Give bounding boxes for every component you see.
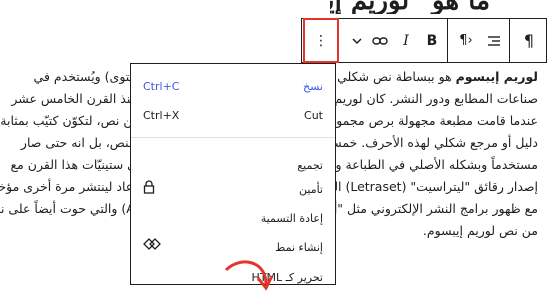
menu-item-copy[interactable]: Ctrl+C نسخ xyxy=(131,73,335,101)
menu-item-cut[interactable]: Ctrl+X Cut xyxy=(131,102,335,130)
more-options-button[interactable]: ⋮ xyxy=(303,18,339,63)
link-icon xyxy=(372,36,388,45)
menu-item-rename[interactable]: إعادة التسمية xyxy=(131,205,335,233)
toolbar-divider xyxy=(509,19,510,62)
more-vertical-icon: ⋮ xyxy=(314,32,328,49)
rename-label: إعادة التسمية xyxy=(260,212,323,225)
post-title-fragment: ما هو "لوريم إيبسوم" ؟ xyxy=(330,0,490,14)
menu-item-lock[interactable]: تأمين xyxy=(131,176,335,204)
group-label: تجميع xyxy=(297,159,323,172)
italic-button[interactable]: I xyxy=(394,19,418,62)
annotation-arrow xyxy=(224,260,274,291)
bold-button[interactable]: B xyxy=(420,19,444,62)
copy-label: نسخ xyxy=(303,80,323,93)
lock-icon xyxy=(143,180,155,194)
chevron-down-icon xyxy=(352,37,362,44)
more-formats-button[interactable] xyxy=(346,19,368,62)
create-pattern-label: إنشاء نمط xyxy=(275,241,323,254)
block-toolbar: ⋮ I B ¶› ¶ xyxy=(301,18,547,63)
text-direction-button[interactable]: ¶› xyxy=(452,19,480,62)
paragraph-block-button[interactable]: ¶ xyxy=(512,19,546,62)
copy-shortcut: Ctrl+C xyxy=(143,80,180,93)
cut-label: Cut xyxy=(304,109,323,122)
block-options-menu: Ctrl+C نسخ Ctrl+X Cut تجميع تأمين إعادة … xyxy=(130,63,336,285)
menu-divider xyxy=(131,137,335,138)
cut-shortcut: Ctrl+X xyxy=(143,109,180,122)
lock-label: تأمين xyxy=(299,183,323,196)
link-button[interactable] xyxy=(368,19,392,62)
pattern-diamond-icon xyxy=(143,238,161,250)
align-button[interactable] xyxy=(482,19,506,62)
align-right-icon xyxy=(488,35,500,46)
bold-lead: لوريم إيبسوم xyxy=(455,69,538,84)
toolbar-divider xyxy=(447,19,448,62)
